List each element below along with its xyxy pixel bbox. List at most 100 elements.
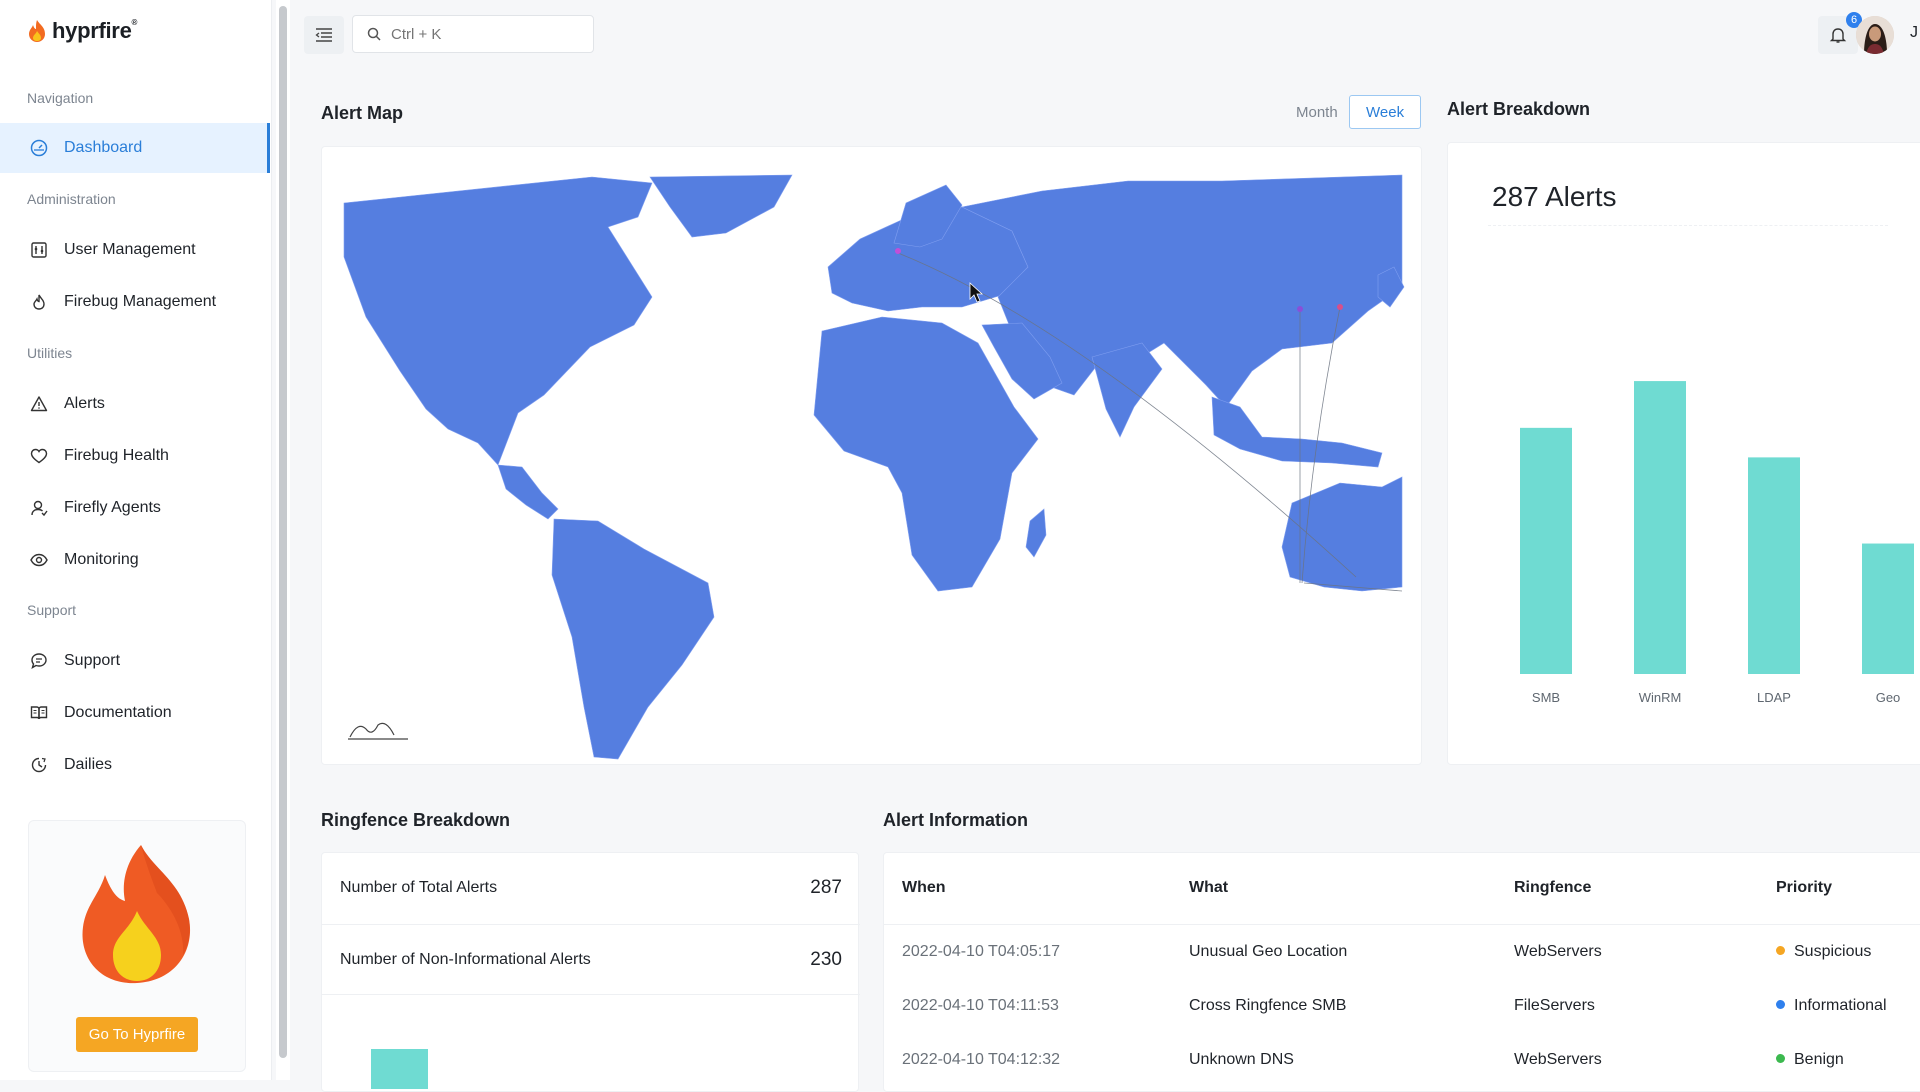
cell-what: Cross Ringfence SMB bbox=[1189, 997, 1347, 1014]
avatar-photo-icon bbox=[1856, 16, 1894, 54]
sidebar-item-dashboard[interactable]: Dashboard bbox=[0, 123, 270, 173]
column-header-ringfence[interactable]: Ringfence bbox=[1514, 879, 1591, 897]
north-america-landmass bbox=[343, 176, 653, 466]
notifications-button[interactable]: 6 bbox=[1818, 12, 1862, 54]
map-attribution-icon bbox=[348, 722, 408, 740]
madagascar-landmass bbox=[1025, 508, 1047, 558]
chat-icon bbox=[31, 653, 47, 669]
dashboard-icon bbox=[30, 139, 48, 157]
bar-ldap[interactable] bbox=[1748, 457, 1800, 674]
southeast-asia-landmass bbox=[1211, 396, 1383, 468]
sidebar-item-label: Firebug Health bbox=[64, 447, 169, 464]
alert-breakdown-title: Alert Breakdown bbox=[1447, 99, 1591, 119]
toggle-sidebar-button[interactable] bbox=[304, 16, 344, 54]
ringfence-row-value: 230 bbox=[810, 948, 842, 970]
ringfence-breakdown-title: Ringfence Breakdown bbox=[321, 810, 511, 830]
table-header-divider bbox=[884, 924, 1920, 925]
topbar: 6 J bbox=[290, 0, 1920, 70]
cell-what: Unusual Geo Location bbox=[1189, 943, 1348, 960]
alert-marker[interactable] bbox=[1337, 304, 1343, 310]
bell-icon bbox=[1829, 28, 1847, 43]
alert-map-card bbox=[321, 146, 1422, 765]
sidebar-item-support[interactable]: Support bbox=[0, 636, 270, 686]
priority-dot bbox=[1776, 1000, 1785, 1009]
priority-dot bbox=[1776, 946, 1785, 955]
greenland-landmass bbox=[649, 174, 793, 238]
cell-when: 2022-04-10 T04:12:32 bbox=[902, 1051, 1061, 1068]
sidebar-item-dailies[interactable]: Dailies bbox=[0, 740, 270, 790]
priority-label: Suspicious bbox=[1794, 943, 1872, 960]
sidebar-item-firebug-management[interactable]: Firebug Management bbox=[0, 277, 270, 327]
user-management-icon bbox=[31, 242, 47, 258]
search-input[interactable] bbox=[389, 24, 573, 44]
bar-label-ldap: LDAP bbox=[1757, 690, 1791, 705]
menu-collapse-icon bbox=[315, 28, 332, 42]
sidebar-scrollbar-thumb[interactable] bbox=[279, 6, 287, 1058]
bar-label-geo: Geo bbox=[1876, 690, 1901, 705]
promo-card: Go To Hyprfire bbox=[28, 820, 246, 1072]
alert-marker[interactable] bbox=[895, 248, 901, 254]
ringfence-row-non-informational: Number of Non-Informational Alerts 230 bbox=[322, 924, 860, 994]
book-icon bbox=[30, 706, 48, 720]
world-map[interactable] bbox=[322, 147, 1423, 766]
heart-icon bbox=[30, 448, 48, 464]
ringfence-row-total: Number of Total Alerts 287 bbox=[322, 853, 860, 923]
sidebar-item-firebug-health[interactable]: Firebug Health bbox=[0, 431, 270, 481]
alert-breakdown-bar-chart: SMB WinRM LDAP Geo bbox=[1520, 381, 1914, 705]
avatar[interactable] bbox=[1856, 16, 1894, 54]
sidebar-item-label: Firefly Agents bbox=[64, 499, 161, 516]
brand-logo[interactable]: hyprfire® bbox=[26, 18, 137, 44]
sidebar-item-label: Documentation bbox=[64, 704, 172, 721]
alert-marker[interactable] bbox=[1297, 306, 1303, 312]
section-label-navigation: Navigation bbox=[27, 90, 94, 106]
bar-label-winrm: WinRM bbox=[1639, 690, 1682, 705]
india-landmass bbox=[1091, 342, 1163, 438]
sidebar-item-firefly-agents[interactable]: Firefly Agents bbox=[0, 483, 270, 533]
flame-icon bbox=[33, 294, 45, 310]
sidebar-item-monitoring[interactable]: Monitoring bbox=[0, 535, 270, 585]
alert-information-title: Alert Information bbox=[883, 810, 1029, 830]
column-header-what[interactable]: What bbox=[1189, 879, 1228, 897]
sidebar-item-user-management[interactable]: User Management bbox=[0, 225, 270, 275]
cell-what: Unknown DNS bbox=[1189, 1051, 1294, 1068]
ringfence-row-label: Number of Non-Informational Alerts bbox=[340, 950, 591, 968]
bar-winrm[interactable] bbox=[1634, 381, 1686, 674]
sidebar-item-label: Alerts bbox=[64, 395, 105, 412]
tab-month[interactable]: Month bbox=[1280, 95, 1354, 129]
sidebar-item-label: Firebug Management bbox=[64, 293, 217, 310]
cell-priority: Suspicious bbox=[1776, 943, 1871, 961]
tab-week[interactable]: Week bbox=[1349, 95, 1422, 129]
sidebar-item-label: Support bbox=[64, 652, 121, 669]
sidebar-item-label: Dailies bbox=[64, 756, 113, 773]
alert-information-table: When What Ringfence Priority 2022-04-10 … bbox=[883, 852, 1920, 1092]
column-header-when[interactable]: When bbox=[902, 879, 946, 897]
sidebar-item-label: Monitoring bbox=[64, 551, 139, 568]
priority-label: Benign bbox=[1794, 1051, 1844, 1068]
ringfence-divider bbox=[322, 994, 860, 995]
search-box[interactable] bbox=[352, 15, 594, 53]
section-label-support: Support bbox=[27, 602, 77, 618]
flame-illustration-icon bbox=[82, 845, 191, 984]
go-to-hyprfire-button[interactable]: Go To Hyprfire bbox=[76, 1017, 198, 1052]
bar-smb[interactable] bbox=[1520, 427, 1572, 674]
ringfence-chart-bar bbox=[371, 1049, 428, 1089]
alert-map-title: Alert Map bbox=[321, 103, 404, 123]
alert-breakdown-card: 287 Alerts SMB WinRM LDAP Geo bbox=[1447, 142, 1920, 765]
bar-geo[interactable] bbox=[1862, 543, 1914, 674]
user-name-truncated[interactable]: J bbox=[1910, 24, 1918, 42]
ringfence-row-value: 287 bbox=[810, 877, 842, 898]
cell-ringfence: WebServers bbox=[1514, 1051, 1602, 1068]
column-header-priority[interactable]: Priority bbox=[1776, 879, 1832, 897]
flame-logo-icon bbox=[29, 20, 45, 42]
brand-name: hyprfire® bbox=[52, 18, 138, 43]
clock-icon bbox=[31, 757, 47, 773]
sidebar-item-alerts[interactable]: Alerts bbox=[0, 379, 270, 429]
bar-label-smb: SMB bbox=[1532, 690, 1560, 705]
search-icon bbox=[367, 27, 381, 41]
section-label-administration: Administration bbox=[27, 191, 116, 207]
cell-when: 2022-04-10 T04:05:17 bbox=[902, 943, 1061, 960]
sidebar-item-documentation[interactable]: Documentation bbox=[0, 688, 270, 738]
ringfence-card: Number of Total Alerts 287 Number of Non… bbox=[321, 852, 860, 1092]
warning-icon bbox=[30, 396, 48, 412]
priority-dot bbox=[1776, 1054, 1785, 1063]
